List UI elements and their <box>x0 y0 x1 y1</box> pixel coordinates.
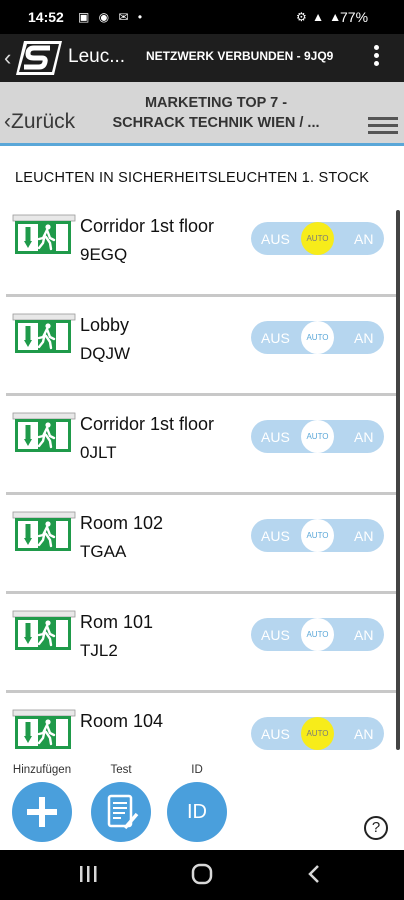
id-label: ID <box>191 764 203 776</box>
light-id: TJL2 <box>80 641 118 660</box>
mode-auto-knob[interactable]: AUTO <box>301 420 334 453</box>
mode-on-label[interactable]: AN <box>354 627 373 643</box>
app-bar: ‹ Leuc... NETZWERK VERBUNDEN - 9JQ9 <box>0 34 404 82</box>
light-name: Corridor 1st floor <box>80 216 215 236</box>
mode-auto-knob[interactable]: AUTO <box>301 717 334 750</box>
page-title: MARKETING TOP 7 - SCHRACK TECHNIK WIEN /… <box>84 93 348 133</box>
light-id: 0JLT <box>80 443 117 462</box>
system-nav-bar <box>0 850 404 900</box>
mode-toggle[interactable]: AUS AUTO AN <box>251 222 384 255</box>
light-list[interactable]: Corridor 1st floor 9EGQ AUS AUTO AN Lobb… <box>0 198 396 758</box>
add-button[interactable] <box>12 782 72 842</box>
action-bar: Hinzufügen Test ID ID ? <box>0 758 404 850</box>
light-id: DQJW <box>80 344 131 363</box>
app-logo-icon[interactable] <box>14 39 64 77</box>
mode-off-label[interactable]: AUS <box>261 726 290 742</box>
overflow-menu-icon[interactable] <box>368 42 384 72</box>
light-row[interactable]: Room 102 TGAA AUS AUTO AN <box>0 495 396 594</box>
mode-toggle[interactable]: AUS AUTO AN <box>251 420 384 453</box>
light-name: Rom 101 <box>80 612 154 632</box>
mode-auto-knob[interactable]: AUTO <box>301 222 334 255</box>
app-name: Leuc... <box>68 46 126 67</box>
mode-auto-knob[interactable]: AUTO <box>301 519 334 552</box>
light-row[interactable]: Lobby DQJW AUS AUTO AN <box>0 297 396 396</box>
clipboard-pen-icon <box>107 794 139 830</box>
navigation-header: ‹Zurück MARKETING TOP 7 - SCHRACK TECHNI… <box>0 82 404 146</box>
light-row[interactable]: Room 104 AUS AUTO AN <box>0 693 396 758</box>
mode-off-label[interactable]: AUS <box>261 330 290 346</box>
page-title-line1: MARKETING TOP 7 - <box>144 95 288 111</box>
test-button[interactable] <box>91 782 151 842</box>
emergency-exit-icon <box>12 509 76 553</box>
recents-icon[interactable] <box>78 863 98 885</box>
back-label: Zurück <box>11 110 76 133</box>
mode-on-label[interactable]: AN <box>354 429 373 445</box>
test-label: Test <box>110 764 132 776</box>
light-row[interactable]: Corridor 1st floor 0JLT AUS AUTO AN <box>0 396 396 495</box>
page-title-line2: SCHRACK TECHNIK WIEN / ... <box>112 115 320 131</box>
signal-icons: ⚙ ▲ ▲ <box>296 10 343 24</box>
mode-toggle[interactable]: AUS AUTO AN <box>251 618 384 651</box>
emergency-exit-icon <box>12 212 76 256</box>
mode-auto-knob[interactable]: AUTO <box>301 321 334 354</box>
mode-on-label[interactable]: AN <box>354 528 373 544</box>
mode-on-label[interactable]: AN <box>354 330 373 346</box>
plus-icon <box>27 797 57 827</box>
status-time: 14:52 <box>28 9 64 25</box>
add-label: Hinzufügen <box>12 764 72 776</box>
light-name: Lobby <box>80 315 130 335</box>
hamburger-menu-icon[interactable] <box>368 117 398 138</box>
emergency-exit-icon <box>12 311 76 355</box>
help-icon[interactable]: ? <box>364 816 388 840</box>
scrollbar[interactable] <box>396 210 400 750</box>
chevron-left-icon[interactable]: ‹ <box>4 45 11 71</box>
mode-auto-knob[interactable]: AUTO <box>301 618 334 651</box>
notification-icons: ▣ ◉ ✉ • <box>78 10 146 24</box>
mode-on-label[interactable]: AN <box>354 231 373 247</box>
battery-level: 77% <box>340 9 369 25</box>
mode-off-label[interactable]: AUS <box>261 627 290 643</box>
system-back-icon[interactable] <box>306 863 322 885</box>
section-title: LEUCHTEN IN SICHERHEITSLEUCHTEN 1. STOCK <box>15 170 370 186</box>
mode-off-label[interactable]: AUS <box>261 528 290 544</box>
emergency-exit-icon <box>12 410 76 454</box>
mode-toggle[interactable]: AUS AUTO AN <box>251 519 384 552</box>
connection-status: NETZWERK VERBUNDEN - 9JQ9 <box>146 49 334 63</box>
light-name: Corridor 1st floor <box>80 414 215 434</box>
mode-on-label[interactable]: AN <box>354 726 373 742</box>
mode-toggle[interactable]: AUS AUTO AN <box>251 717 384 750</box>
mode-off-label[interactable]: AUS <box>261 429 290 445</box>
id-button[interactable]: ID <box>167 782 227 842</box>
light-row[interactable]: Corridor 1st floor 9EGQ AUS AUTO AN <box>0 198 396 297</box>
light-name: Room 102 <box>80 513 164 533</box>
light-id: TGAA <box>80 542 127 561</box>
emergency-exit-icon <box>12 707 76 751</box>
light-name: Room 104 <box>80 711 164 731</box>
light-row[interactable]: Rom 101 TJL2 AUS AUTO AN <box>0 594 396 693</box>
status-bar: 14:52 ▣ ◉ ✉ • ⚙ ▲ ▲ 77% <box>0 0 404 34</box>
mode-toggle[interactable]: AUS AUTO AN <box>251 321 384 354</box>
back-button[interactable]: ‹Zurück <box>4 110 75 134</box>
mode-off-label[interactable]: AUS <box>261 231 290 247</box>
emergency-exit-icon <box>12 608 76 652</box>
light-id: 9EGQ <box>80 245 128 264</box>
home-icon[interactable] <box>191 863 213 885</box>
